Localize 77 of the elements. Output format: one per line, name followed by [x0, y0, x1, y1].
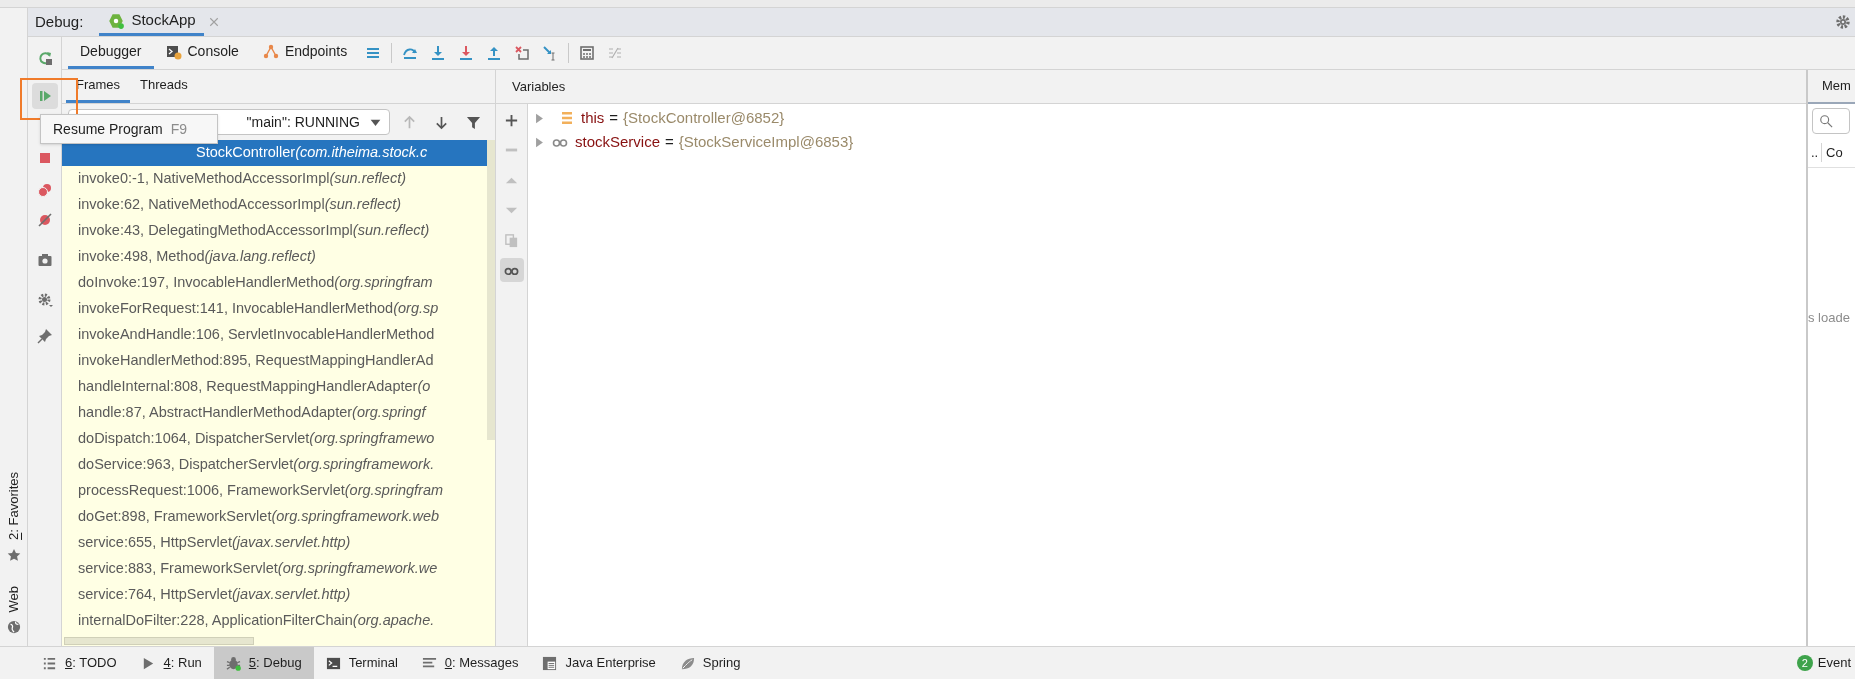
- tooltip: Resume Program F9: [40, 114, 218, 144]
- variables-title: Variables: [512, 77, 566, 96]
- add-icon: [504, 112, 519, 128]
- close-icon: [207, 16, 220, 28]
- event-log-button[interactable]: 2 Event: [1796, 647, 1851, 679]
- expand-arrow-icon: [534, 112, 545, 124]
- mute-breakpoints-icon: [36, 212, 53, 228]
- frame-row[interactable]: handleInternal:808, RequestMappingHandlerAdapter(o: [62, 374, 487, 400]
- count-badge: 2: [1796, 655, 1813, 671]
- star-icon: [6, 547, 21, 562]
- settings-icon: [1835, 14, 1851, 30]
- messages-tool-button[interactable]: 0: Messages: [409, 647, 531, 679]
- favorites-tab[interactable]: 2: Favorites: [3, 471, 24, 562]
- console-tab[interactable]: Console: [153, 37, 251, 69]
- frame-row[interactable]: handle:87, AbstractHandlerMethodAdapter(org.springf: [62, 400, 487, 426]
- pin-icon: [36, 328, 53, 344]
- todo-tool-button[interactable]: 6: TODO: [30, 647, 129, 679]
- terminal-tool-button[interactable]: Terminal: [313, 647, 410, 679]
- debug-label: Debug:: [35, 11, 84, 32]
- drop-frame-icon: [514, 45, 531, 61]
- frame-row[interactable]: service:883, FrameworkServlet(org.springframework.we: [62, 556, 487, 582]
- javaee-tool-button[interactable]: Java Enterprise: [530, 647, 668, 679]
- frame-row[interactable]: doInvoke:197, InvocableHandlerMethod(org.springfram: [62, 270, 487, 296]
- debug-tool-button[interactable]: 5: Debug: [213, 647, 314, 679]
- frame-row[interactable]: internalDoFilter:228, ApplicationFilterChain(org.apache.: [62, 608, 487, 634]
- variable-entry[interactable]: this = {StockController@6852}: [581, 106, 785, 130]
- frame-row[interactable]: processRequest:1006, FrameworkServlet(org.springfram: [62, 478, 487, 504]
- frame-row[interactable]: service:655, HttpServlet(javax.servlet.http): [62, 530, 487, 556]
- frame-row[interactable]: StockController(com.itheima.stock.c: [62, 140, 487, 166]
- glasses-button[interactable]: [499, 258, 524, 282]
- calculator-icon: [579, 45, 596, 61]
- field-icon: [559, 110, 575, 126]
- terminal-icon: [325, 655, 341, 671]
- variable-entry[interactable]: stockService = {StockServiceImpl@6853}: [575, 130, 854, 154]
- force-step-into-icon: [458, 45, 475, 61]
- rerun-icon: [36, 50, 53, 66]
- spring-boot-icon: [107, 11, 126, 30]
- copy-icon: [504, 232, 519, 248]
- endpoints-icon: [262, 43, 279, 60]
- frame-row[interactable]: doService:963, DispatcherServlet(org.springframework.: [62, 452, 487, 478]
- web-tab[interactable]: Web: [3, 585, 24, 634]
- search-field[interactable]: [1812, 108, 1850, 134]
- column-header[interactable]: Co: [1822, 142, 1843, 163]
- java-enterprise-icon: [542, 655, 558, 671]
- frame-row[interactable]: invoke:498, Method(java.lang.reflect): [62, 244, 487, 270]
- trace-icon: [607, 45, 624, 61]
- step-out-icon: [486, 45, 503, 61]
- frame-row[interactable]: service:764, HttpServlet(javax.servlet.http): [62, 582, 487, 608]
- endpoints-tab[interactable]: Endpoints: [250, 37, 360, 69]
- expand-arrow-icon: [534, 136, 545, 148]
- breakpoints-icon: [36, 182, 53, 198]
- console-icon: [165, 43, 182, 60]
- filter-icon: [465, 114, 481, 130]
- frame-row[interactable]: doGet:898, FrameworkServlet(org.springframework.web: [62, 504, 487, 530]
- globe-icon: [6, 620, 21, 634]
- frame-row[interactable]: invoke:62, NativeMethodAccessorImpl(sun.reflect): [62, 192, 487, 218]
- column-header[interactable]: ..: [1808, 142, 1822, 163]
- status-text: s loade: [1808, 309, 1851, 327]
- frame-row[interactable]: invokeForRequest:141, InvocableHandlerMethod(org.sp: [62, 296, 487, 322]
- settings-icon: [36, 292, 53, 308]
- camera-icon: [36, 252, 53, 268]
- run-tool-button[interactable]: 4: Run: [128, 647, 214, 679]
- frame-row[interactable]: doDispatch:1064, DispatcherServlet(org.springframewo: [62, 426, 487, 452]
- spring-tool-button[interactable]: Spring: [667, 647, 753, 679]
- list-icon: [42, 655, 57, 671]
- resume-button[interactable]: [31, 83, 58, 109]
- frame-row[interactable]: invoke0:-1, NativeMethodAccessorImpl(sun.reflect): [62, 166, 487, 192]
- menu-lines-icon: [365, 45, 382, 61]
- bug-icon: [225, 655, 241, 671]
- search-icon: [1819, 114, 1833, 128]
- frame-row[interactable]: invokeAndHandle:106, ServletInvocableHandlerMethod: [62, 322, 487, 348]
- remove-icon: [504, 148, 519, 152]
- threads-tab[interactable]: Threads: [130, 70, 198, 103]
- frame-row[interactable]: invoke:43, DelegatingMethodAccessorImpl(sun.reflect): [62, 218, 487, 244]
- leaf-icon: [679, 655, 695, 671]
- frame-row[interactable]: invokeHandlerMethod:895, RequestMappingHandlerAd: [62, 348, 487, 374]
- step-into-icon: [430, 45, 447, 61]
